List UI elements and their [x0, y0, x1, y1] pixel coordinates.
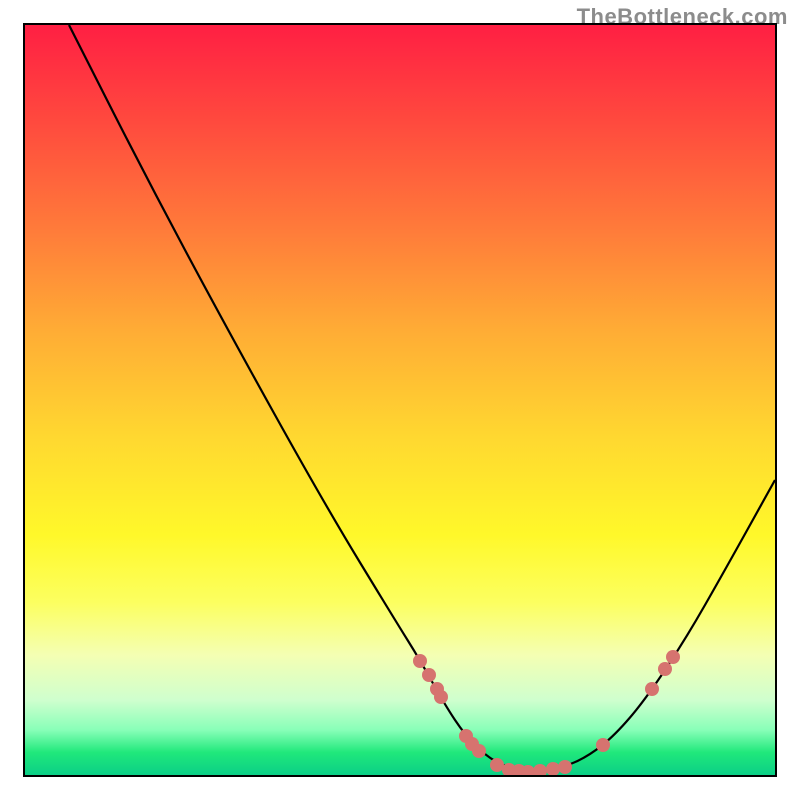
data-point-marker	[645, 682, 659, 696]
data-point-marker	[413, 654, 427, 668]
data-point-marker	[546, 762, 560, 775]
data-point-marker	[658, 662, 672, 676]
bottleneck-curve	[25, 25, 775, 775]
data-point-marker	[558, 760, 572, 774]
data-point-marker	[666, 650, 680, 664]
data-point-marker	[490, 758, 504, 772]
data-point-marker	[434, 690, 448, 704]
data-point-marker	[533, 764, 547, 775]
chart-area	[23, 23, 777, 777]
data-point-marker	[472, 744, 486, 758]
data-point-marker	[596, 738, 610, 752]
data-point-marker	[422, 668, 436, 682]
